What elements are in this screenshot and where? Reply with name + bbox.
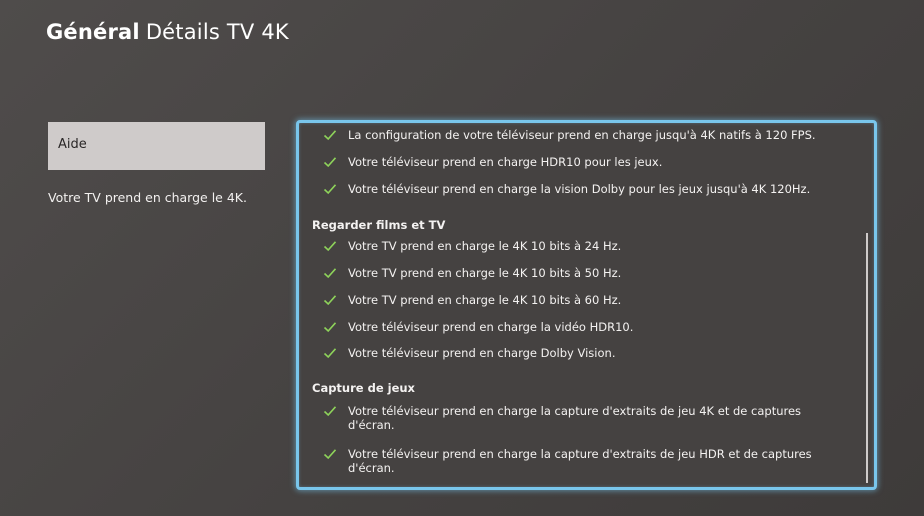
- item-text: La configuration de votre téléviseur pre…: [348, 128, 816, 142]
- check-icon: [323, 320, 337, 334]
- item-text: Votre téléviseur prend en charge la visi…: [348, 182, 811, 196]
- list-item: Votre téléviseur prend en charge HDR10 p…: [323, 155, 846, 169]
- list-item: Votre téléviseur prend en charge la visi…: [323, 182, 846, 196]
- details-list: La configuration de votre téléviseur pre…: [299, 123, 874, 487]
- item-text: Votre téléviseur prend en charge HDR10 p…: [348, 155, 663, 169]
- check-icon: [323, 128, 337, 142]
- list-item: Votre téléviseur prend en charge la vidé…: [323, 320, 846, 334]
- list-item: Votre téléviseur prend en charge Dolby V…: [323, 346, 846, 360]
- check-icon: [323, 346, 337, 360]
- page-header: Général Détails TV 4K: [46, 20, 289, 44]
- list-item: Votre téléviseur prend en charge la capt…: [323, 404, 846, 432]
- help-button-label: Aide: [58, 137, 87, 152]
- check-icon: [323, 447, 337, 461]
- check-icon: [323, 155, 337, 169]
- item-text: Votre TV prend en charge le 4K 10 bits à…: [348, 293, 622, 307]
- check-icon: [323, 239, 337, 253]
- check-icon: [323, 404, 337, 418]
- section-title-capture: Capture de jeux: [312, 381, 415, 395]
- item-text: Votre téléviseur prend en charge la vidé…: [348, 320, 634, 334]
- check-icon: [323, 293, 337, 307]
- page-title: Détails TV 4K: [145, 20, 289, 44]
- list-item: Votre téléviseur prend en charge la capt…: [323, 447, 846, 475]
- list-item: La configuration de votre téléviseur pre…: [323, 128, 846, 142]
- item-text: Votre TV prend en charge le 4K 10 bits à…: [348, 239, 622, 253]
- support-summary: Votre TV prend en charge le 4K.: [48, 190, 247, 205]
- scrollbar[interactable]: [866, 233, 868, 483]
- list-item: Votre TV prend en charge le 4K 10 bits à…: [323, 293, 846, 307]
- list-item: Votre TV prend en charge le 4K 10 bits à…: [323, 239, 846, 253]
- item-text: Votre téléviseur prend en charge la capt…: [348, 447, 812, 475]
- item-text: Votre téléviseur prend en charge la capt…: [348, 404, 802, 432]
- item-text: Votre TV prend en charge le 4K 10 bits à…: [348, 266, 622, 280]
- details-panel[interactable]: La configuration de votre téléviseur pre…: [296, 120, 877, 490]
- list-item: Votre TV prend en charge le 4K 10 bits à…: [323, 266, 846, 280]
- check-icon: [323, 266, 337, 280]
- help-button[interactable]: Aide: [48, 122, 265, 170]
- section-title-movies: Regarder films et TV: [312, 218, 446, 232]
- item-text: Votre téléviseur prend en charge Dolby V…: [348, 346, 616, 360]
- check-icon: [323, 182, 337, 196]
- breadcrumb-section: Général: [46, 20, 140, 44]
